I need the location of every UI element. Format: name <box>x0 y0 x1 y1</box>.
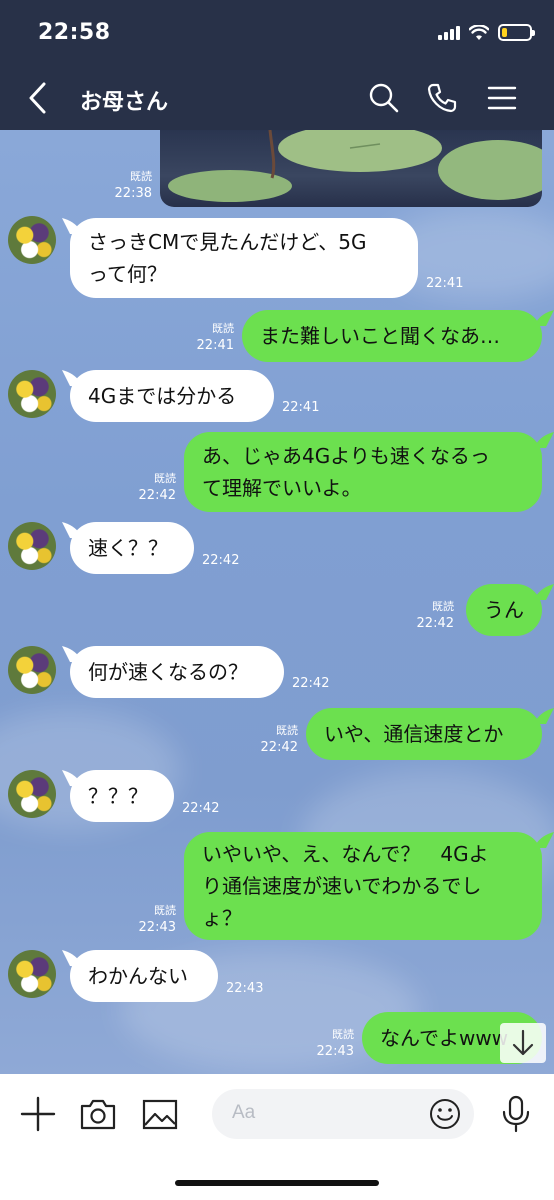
plus-icon[interactable] <box>18 1094 58 1134</box>
message-input-bar: Aa <box>0 1074 554 1200</box>
wifi-icon <box>469 24 489 40</box>
message-time: 22:43 <box>316 1044 354 1059</box>
microphone-icon[interactable] <box>496 1094 536 1134</box>
scroll-to-bottom-button[interactable] <box>500 1023 546 1063</box>
message-time: 22:42 <box>138 488 176 503</box>
home-indicator <box>175 1180 379 1186</box>
message-bubble-incoming[interactable]: さっきCMで見たんだけど、5G って何？ <box>70 218 418 298</box>
bubble-tail <box>536 832 554 848</box>
message-bubble-outgoing[interactable]: あ、じゃあ4Gよりも速くなるっ て理解でいいよ。 <box>184 432 542 512</box>
message-input-placeholder: Aa <box>232 1102 256 1123</box>
message-bubble-incoming[interactable]: ？？？ <box>70 770 174 822</box>
read-receipt: 既読 <box>154 904 176 917</box>
message-time: 22:43 <box>138 920 176 935</box>
read-receipt: 既読 <box>332 1028 354 1041</box>
contact-avatar[interactable] <box>8 950 56 998</box>
contact-avatar[interactable] <box>8 770 56 818</box>
bubble-tail <box>536 432 554 448</box>
contact-avatar[interactable] <box>8 370 56 418</box>
message-time: 22:41 <box>282 400 320 415</box>
message-time: 22:42 <box>416 616 454 631</box>
read-receipt: 既読 <box>212 322 234 335</box>
chat-title: お母さん <box>80 90 169 115</box>
photo-meta: 既読 22:38 <box>112 168 152 202</box>
phone-icon[interactable] <box>424 80 460 116</box>
top-bar: 22:58 お母さん <box>0 0 554 130</box>
search-icon[interactable] <box>366 80 402 116</box>
message-time: 22:38 <box>114 186 152 201</box>
message-time: 22:43 <box>226 981 264 996</box>
message-bubble-outgoing[interactable]: いやいや、え、なんで？ 4Gよ り通信速度が速いでわかるでし ょ？ <box>184 832 542 940</box>
status-icons <box>438 24 535 41</box>
arrow-down-icon <box>512 1029 534 1056</box>
emoji-icon[interactable] <box>428 1097 462 1131</box>
status-time: 22:58 <box>38 20 111 45</box>
lily-pad-photo <box>168 130 542 202</box>
message-time: 22:41 <box>426 276 464 291</box>
bubble-tail <box>536 708 554 724</box>
camera-icon[interactable] <box>78 1094 118 1134</box>
message-bubble-outgoing[interactable]: また難しいこと聞くなあ… <box>242 310 542 362</box>
battery-icon <box>498 24 535 41</box>
bubble-tail <box>536 584 554 600</box>
photo-message[interactable] <box>160 130 542 207</box>
message-meta: 既読 22:43 <box>134 902 176 936</box>
message-time: 22:42 <box>292 676 330 691</box>
message-meta: 既読 22:41 <box>192 320 234 354</box>
read-receipt: 既読 <box>154 472 176 485</box>
menu-icon[interactable] <box>484 80 520 116</box>
back-chevron-icon[interactable] <box>22 80 54 116</box>
message-bubble-incoming[interactable]: 何が速くなるの？ <box>70 646 284 698</box>
read-receipt: 既読 <box>276 724 298 737</box>
message-meta: 既読 22:42 <box>256 722 298 756</box>
message-time: 22:42 <box>182 801 220 816</box>
message-time: 22:41 <box>196 338 234 353</box>
contact-avatar[interactable] <box>8 216 56 264</box>
message-meta: 既読 22:43 <box>312 1026 354 1060</box>
message-time: 22:42 <box>202 553 240 568</box>
contact-avatar[interactable] <box>8 522 56 570</box>
read-receipt: 既読 <box>432 600 454 613</box>
image-icon[interactable] <box>140 1094 180 1134</box>
read-receipt: 既読 <box>130 170 152 183</box>
message-bubble-outgoing[interactable]: いや、通信速度とか <box>306 708 542 760</box>
message-bubble-incoming[interactable]: わかんない <box>70 950 218 1002</box>
message-meta: 既読 22:42 <box>412 598 454 632</box>
message-bubble-incoming[interactable]: 4Gまでは分かる <box>70 370 274 422</box>
bubble-tail <box>536 310 554 326</box>
message-meta: 既読 22:42 <box>134 470 176 504</box>
chat-area[interactable]: 既読 22:38 さっきCMで見たんだけど、5G って何？ 22:41 既読 2… <box>0 130 554 1074</box>
contact-avatar[interactable] <box>8 646 56 694</box>
message-bubble-outgoing[interactable]: うん <box>466 584 542 636</box>
cellular-signal-icon <box>438 25 460 40</box>
message-input[interactable]: Aa <box>212 1089 474 1139</box>
message-bubble-incoming[interactable]: 速く？？ <box>70 522 194 574</box>
message-time: 22:42 <box>260 740 298 755</box>
